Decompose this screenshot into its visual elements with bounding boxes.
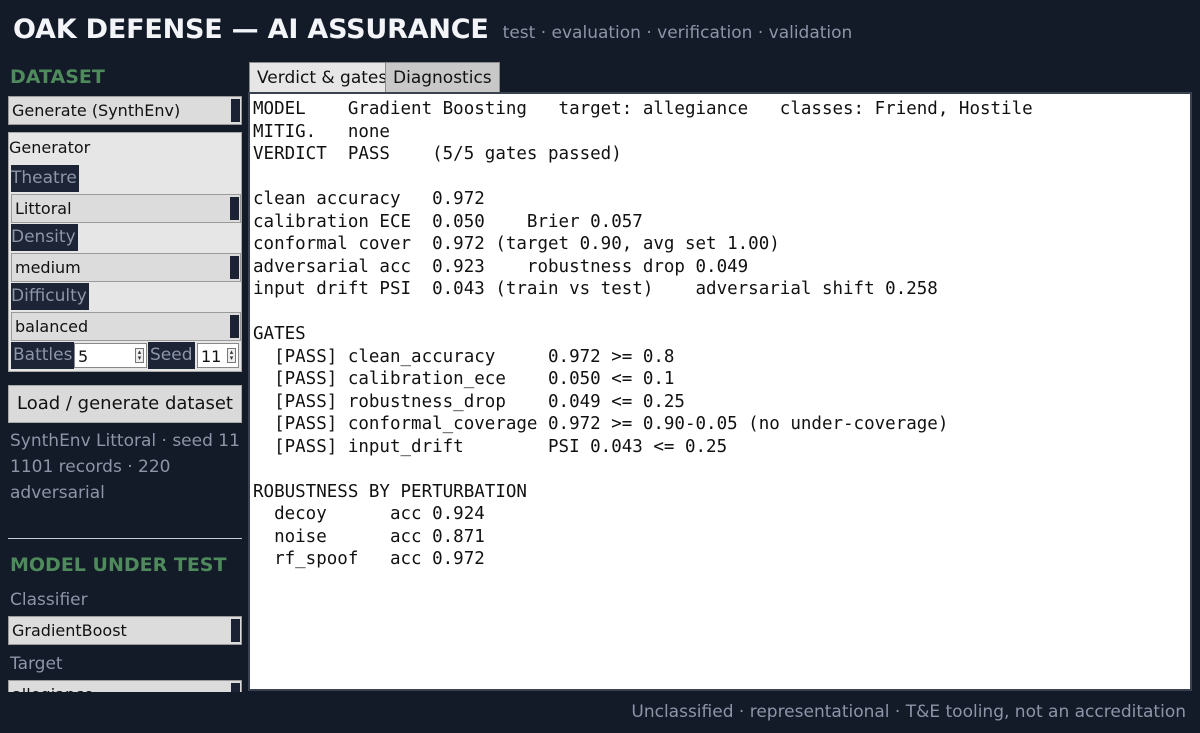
density-label: Density xyxy=(11,224,78,251)
dropdown-arrow-icon xyxy=(231,619,240,642)
theatre-label: Theatre xyxy=(11,165,79,192)
dataset-status: SynthEnv Littoral · seed 11 1101 records… xyxy=(10,431,240,503)
difficulty-label: Difficulty xyxy=(11,283,89,310)
difficulty-value: balanced xyxy=(15,317,89,336)
target-select[interactable]: allegiance xyxy=(8,680,242,692)
theatre-value: Littoral xyxy=(15,199,72,218)
section-divider xyxy=(8,538,242,539)
footer-note: Unclassified · representational · T&E to… xyxy=(631,702,1186,722)
verdict-report: MODEL Gradient Boosting target: allegian… xyxy=(253,99,1033,569)
generator-legend: Generator xyxy=(9,138,91,157)
dropdown-arrow-icon xyxy=(231,99,240,122)
battles-value: 5 xyxy=(78,347,89,366)
tab-diagnostics[interactable]: Diagnostics xyxy=(385,62,500,92)
dataset-source-select[interactable]: Generate (SynthEnv) xyxy=(8,96,242,125)
classifier-label: Classifier xyxy=(10,590,88,610)
dropdown-arrow-icon xyxy=(230,315,239,338)
dropdown-arrow-icon xyxy=(230,197,239,220)
load-dataset-button[interactable]: Load / generate dataset xyxy=(8,385,242,423)
report-panel: MODEL Gradient Boosting target: allegian… xyxy=(248,92,1192,691)
dropdown-arrow-icon xyxy=(230,256,239,279)
target-label: Target xyxy=(10,654,63,674)
theatre-select[interactable]: Littoral xyxy=(11,194,241,223)
battles-input[interactable]: 5 ▴ ▾ xyxy=(74,343,147,368)
dataset-source-value: Generate (SynthEnv) xyxy=(12,101,181,120)
spinner-icon[interactable]: ▴ ▾ xyxy=(135,348,144,363)
seed-label: Seed xyxy=(148,342,195,369)
app-title: OAK DEFENSE — AI ASSURANCE xyxy=(13,14,489,45)
classifier-select[interactable]: GradientBoost xyxy=(8,616,242,645)
difficulty-select[interactable]: balanced xyxy=(11,312,241,341)
sidebar: DATASET Generate (SynthEnv) Generator Th… xyxy=(8,62,242,692)
spinner-icon[interactable]: ▴ ▾ xyxy=(227,348,236,363)
tab-verdict-gates[interactable]: Verdict & gates xyxy=(249,62,396,92)
density-select[interactable]: medium xyxy=(11,253,241,282)
dropdown-arrow-icon xyxy=(231,683,240,692)
density-value: medium xyxy=(15,258,81,277)
model-section-title: MODEL UNDER TEST xyxy=(10,554,227,576)
classifier-value: GradientBoost xyxy=(12,621,127,640)
seed-input[interactable]: 11 ▴ ▾ xyxy=(197,343,239,368)
seed-value: 11 xyxy=(201,347,222,366)
dataset-section-title: DATASET xyxy=(10,66,105,88)
battles-label: Battles xyxy=(11,342,75,369)
target-value: allegiance xyxy=(12,685,94,692)
generator-group: Generator Theatre Littoral Density mediu… xyxy=(8,132,242,372)
battles-seed-row: Battles 5 ▴ ▾ Seed 11 ▴ ▾ xyxy=(11,342,241,369)
app-subtitle: test · evaluation · verification · valid… xyxy=(502,23,853,43)
header: OAK DEFENSE — AI ASSURANCE test · evalua… xyxy=(13,14,852,54)
